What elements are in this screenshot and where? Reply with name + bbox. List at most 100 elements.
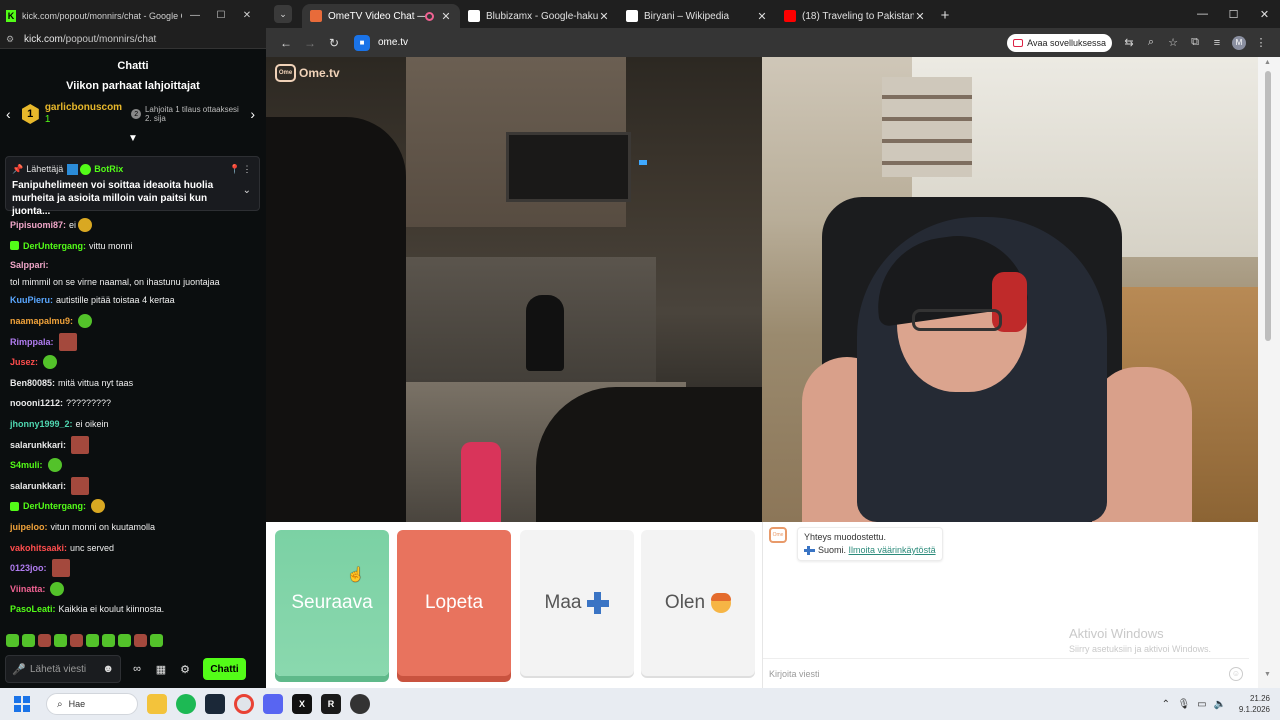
discord-icon[interactable] (263, 694, 283, 714)
stop-button[interactable]: Lopeta (397, 530, 511, 676)
mic-icon[interactable]: 🎤 (12, 663, 26, 676)
chevron-down-icon[interactable]: ⌄ (243, 185, 251, 196)
collapse-icon[interactable]: ▼ (0, 134, 266, 144)
reload-icon[interactable]: ↻ (322, 36, 346, 50)
chat-message-list[interactable]: Pipisuomi87: ei DerUntergang: vittu monni Sa… (0, 215, 266, 620)
tab-close-icon[interactable]: ✕ (756, 10, 768, 23)
chat-input[interactable]: 🎤 Lähetä viesti ☻ (5, 655, 121, 683)
tab-close-icon[interactable]: ✕ (598, 10, 610, 23)
app-x-icon[interactable]: X (292, 694, 312, 714)
browser-tab[interactable]: OmeTV Video Chat — Ome ✕ (302, 4, 460, 28)
forward-icon[interactable]: → (298, 36, 322, 50)
country-button[interactable]: Maa (520, 530, 634, 676)
emote-icon[interactable] (54, 634, 67, 647)
tab-close-icon[interactable]: ✕ (440, 10, 452, 23)
minimize-icon[interactable]: — (182, 10, 208, 21)
chevron-left-icon[interactable]: ‹ (6, 106, 16, 122)
next-button[interactable]: Seuraava ☝ (275, 530, 389, 676)
store-icon[interactable]: ▦ (149, 663, 173, 676)
chat-username[interactable]: vakohitsaaki: (10, 541, 67, 555)
settings-gear-icon[interactable]: ⚙ (173, 663, 197, 676)
chat-username[interactable]: naamapalmu9: (10, 314, 73, 328)
unpin-icon[interactable]: 📍 (229, 164, 241, 175)
obs-icon[interactable] (350, 694, 370, 714)
scrollbar-thumb[interactable] (1265, 71, 1271, 341)
chat-username[interactable]: jhonny1999_2: (10, 417, 73, 431)
file-explorer-icon[interactable] (147, 694, 167, 714)
chat-username[interactable]: DerUntergang: (23, 239, 86, 253)
chat-username[interactable]: salarunkkari: (10, 438, 66, 452)
report-abuse-link[interactable]: Ilmoita väärinkäytöstä (849, 545, 936, 555)
translate-icon[interactable]: ⇆ (1118, 36, 1140, 49)
gender-button[interactable]: Olen (641, 530, 755, 676)
link-icon[interactable]: ∞ (125, 663, 149, 675)
back-icon[interactable]: ← (274, 36, 298, 50)
volume-icon[interactable]: 🔈 (1211, 699, 1229, 710)
chat-username[interactable]: Rimppala: (10, 335, 54, 349)
emote-icon[interactable] (70, 634, 83, 647)
chrome-icon[interactable] (234, 694, 254, 714)
chat-username[interactable]: KuuPieru: (10, 293, 53, 307)
bookmark-star-icon[interactable]: ☆ (1162, 36, 1184, 49)
emote-icon[interactable] (22, 634, 35, 647)
emoji-picker-icon[interactable]: ☻ (102, 663, 114, 675)
more-options-icon[interactable]: ⋮ (241, 164, 253, 175)
browser-tab[interactable]: (18) Traveling to Pakistan's Dan✕ (776, 4, 934, 28)
close-icon[interactable]: ✕ (234, 10, 260, 21)
emote-icon[interactable] (38, 634, 51, 647)
emote-icon[interactable] (102, 634, 115, 647)
app-rl-icon[interactable]: R (321, 694, 341, 714)
chat-username[interactable]: Viinatta: (10, 582, 45, 596)
tab-search-icon[interactable]: ⌄ (274, 5, 292, 23)
kick-url-bar[interactable]: ⚙ kick.com/popout/monnirs/chat (0, 31, 266, 49)
maximize-icon[interactable]: ☐ (1218, 8, 1249, 21)
chat-username[interactable]: DerUntergang: (23, 499, 86, 513)
menu-kebab-icon[interactable]: ⋮ (1250, 36, 1272, 49)
chat-username[interactable]: salarunkkari: (10, 479, 66, 493)
steam-icon[interactable] (205, 694, 225, 714)
microphone-icon[interactable]: 🎙 (1175, 699, 1193, 710)
browser-tab[interactable]: Biryani – Wikipedia ✕ (618, 4, 776, 28)
address-bar[interactable]: ■ ome.tv (354, 32, 997, 54)
emote-icon[interactable] (86, 634, 99, 647)
windows-start-icon[interactable] (14, 696, 30, 712)
chat-username[interactable]: 0123joo: (10, 561, 47, 575)
chat-username[interactable]: noooni1212: (10, 396, 63, 410)
chevron-right-icon[interactable]: › (250, 106, 260, 122)
open-in-app-button[interactable]: Avaa sovelluksessa (1007, 33, 1112, 52)
site-camera-icon[interactable]: ■ (354, 34, 370, 51)
media-controls-icon[interactable]: ≡ (1206, 37, 1228, 49)
network-icon[interactable]: ▭ (1193, 699, 1211, 710)
emote-icon[interactable] (134, 634, 147, 647)
tab-close-icon[interactable]: ✕ (914, 10, 926, 23)
chat-username[interactable]: PasoLeati: (10, 602, 56, 616)
clock[interactable]: 21.26 9.1.2026 (1239, 693, 1270, 715)
spotify-icon[interactable] (176, 694, 196, 714)
message-input[interactable]: Kirjoita viesti ☺ (763, 658, 1249, 688)
close-icon[interactable]: ✕ (1249, 8, 1280, 21)
minimize-icon[interactable]: — (1187, 8, 1218, 20)
scroll-up-icon[interactable]: ▲ (1264, 59, 1271, 66)
chevron-up-icon[interactable]: ⌃ (1157, 699, 1175, 710)
site-info-icon[interactable]: ⚙ (6, 34, 18, 45)
scroll-down-icon[interactable]: ▼ (1264, 671, 1271, 678)
emote-icon[interactable] (6, 634, 19, 647)
chat-username[interactable]: S4muli: (10, 458, 43, 472)
maximize-icon[interactable]: ☐ (208, 10, 234, 21)
profile-avatar[interactable]: M (1232, 35, 1246, 50)
emote-icon[interactable] (118, 634, 131, 647)
extensions-icon[interactable]: ⧉ (1184, 36, 1206, 49)
new-tab-icon[interactable]: + (934, 7, 956, 24)
browser-tab[interactable]: Blubizamx - Google-haku ✕ (460, 4, 618, 28)
page-scrollbar[interactable]: ▲ ▼ (1258, 57, 1280, 688)
chat-username[interactable]: Ben80085: (10, 376, 55, 390)
emote-icon[interactable] (150, 634, 163, 647)
zoom-icon[interactable]: ⌕ (1140, 36, 1162, 49)
chat-username[interactable]: Jusez: (10, 355, 38, 369)
chat-username[interactable]: Salppari: (10, 258, 49, 272)
chat-username[interactable]: juipeloo: (10, 520, 48, 534)
chat-username[interactable]: Pipisuomi87: (10, 218, 66, 232)
taskbar-search[interactable]: ⌕ Hae (46, 693, 138, 715)
emoji-icon[interactable]: ☺ (1229, 666, 1243, 681)
chat-send-button[interactable]: Chatti (203, 658, 246, 680)
